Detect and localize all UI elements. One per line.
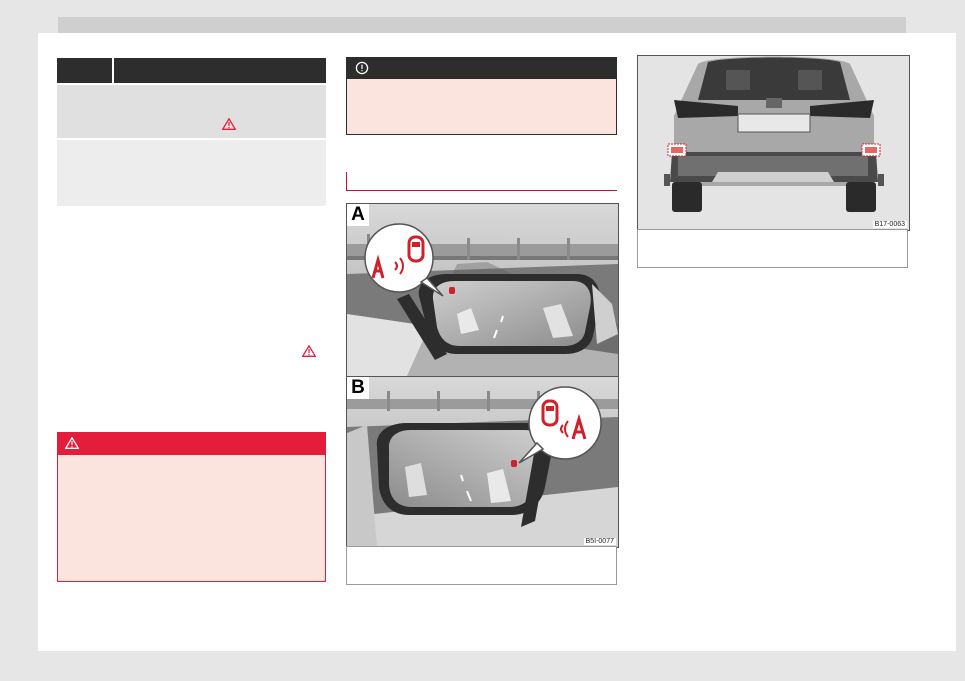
figure-caption-mirrors: [346, 546, 617, 585]
mirror-b-illustration: [347, 377, 618, 547]
blind-spot-indicator-icon: [667, 143, 687, 157]
section-heading-marker: [346, 172, 347, 191]
figure-mirror-a: A: [346, 203, 619, 377]
table-row: [57, 140, 326, 206]
warning-box-body: [57, 455, 326, 582]
figure-label-a: A: [347, 204, 369, 226]
note-box-body: [346, 79, 617, 135]
figure-mirror-b: B B5I-0077: [346, 376, 619, 548]
exclamation-circle-icon: [355, 61, 369, 75]
rear-car-illustration: [638, 56, 909, 230]
table-header: [57, 58, 326, 83]
figure-label-b: B: [347, 377, 369, 399]
table-row: [57, 85, 326, 138]
note-box-header: [346, 57, 617, 79]
table-header-divider: [112, 58, 114, 83]
figure-rear-view: B17-0063: [637, 55, 910, 231]
figure-caption-rear: [637, 229, 908, 268]
warning-box-header: [57, 432, 326, 455]
warning-triangle-icon[interactable]: [302, 345, 316, 357]
figure-code: B17-0063: [872, 221, 907, 228]
blind-spot-indicator-icon: [861, 143, 881, 157]
section-heading-rule: [346, 190, 617, 191]
mirror-a-illustration: [347, 204, 618, 376]
warning-triangle-icon[interactable]: [222, 118, 236, 130]
warning-triangle-icon: [65, 437, 79, 449]
figure-code: B5I-0077: [583, 538, 616, 545]
